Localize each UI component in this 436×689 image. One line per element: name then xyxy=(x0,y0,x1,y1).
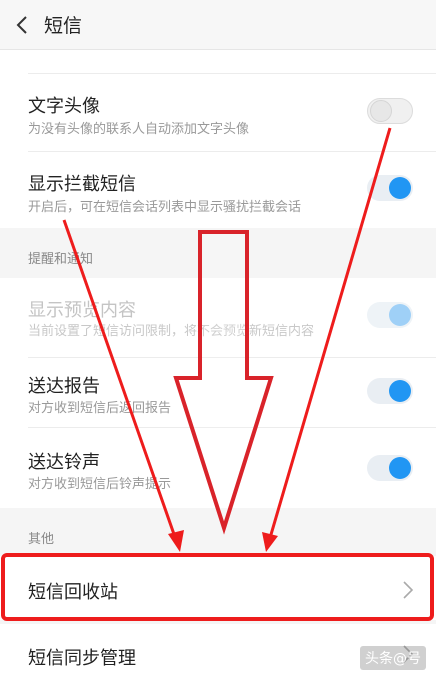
section-header-other: 其他 xyxy=(0,508,436,556)
setting-label: 显示预览内容 xyxy=(28,300,136,321)
toggle-knob xyxy=(389,457,411,479)
setting-delivery-report[interactable]: 送达报告 对方收到短信后返回报告 xyxy=(0,358,436,428)
setting-text-avatar[interactable]: 文字头像 为没有头像的联系人自动添加文字头像 xyxy=(0,74,436,152)
preview-toggle xyxy=(367,302,413,328)
setting-show-blocked[interactable]: 显示拦截短信 开启后，可在短信会话列表中显示骚扰拦截会话 xyxy=(0,152,436,228)
highlight-box xyxy=(1,553,434,621)
back-arrow-icon xyxy=(16,15,27,34)
section-title: 其他 xyxy=(28,532,55,547)
watermark: 头条@号 xyxy=(360,646,426,670)
show-blocked-toggle[interactable] xyxy=(367,175,413,201)
setting-description: 对方收到短信后铃声提示 xyxy=(28,477,172,492)
delivery-report-toggle[interactable] xyxy=(367,378,413,404)
setting-description: 开启后，可在短信会话列表中显示骚扰拦截会话 xyxy=(28,200,302,215)
setting-preview: 显示预览内容 当前设置了短信访问限制，将不会预览新短信内容 xyxy=(0,278,436,358)
setting-description: 对方收到短信后返回报告 xyxy=(28,401,172,416)
setting-description: 为没有头像的联系人自动添加文字头像 xyxy=(28,122,250,137)
text-avatar-toggle[interactable] xyxy=(367,98,413,124)
setting-delivery-tone[interactable]: 送达铃声 对方收到短信后铃声提示 xyxy=(0,428,436,508)
section-header-reminders: 提醒和通知 xyxy=(0,228,436,278)
link-label: 短信同步管理 xyxy=(28,648,136,669)
setting-label: 文字头像 xyxy=(28,96,100,117)
setting-label: 送达铃声 xyxy=(28,452,100,473)
delivery-tone-toggle[interactable] xyxy=(367,455,413,481)
toggle-knob xyxy=(370,100,392,122)
toggle-knob xyxy=(389,380,411,402)
setting-label: 显示拦截短信 xyxy=(28,174,136,195)
setting-description: 当前设置了短信访问限制，将不会预览新短信内容 xyxy=(28,324,315,339)
setting-label: 送达报告 xyxy=(28,376,100,397)
app-header: 短信 xyxy=(0,0,436,50)
section-title: 提醒和通知 xyxy=(28,252,94,267)
toggle-knob xyxy=(389,177,411,199)
toggle-knob xyxy=(389,304,411,326)
back-button[interactable] xyxy=(4,0,40,50)
partial-row xyxy=(0,50,436,74)
page-title: 短信 xyxy=(44,15,83,37)
